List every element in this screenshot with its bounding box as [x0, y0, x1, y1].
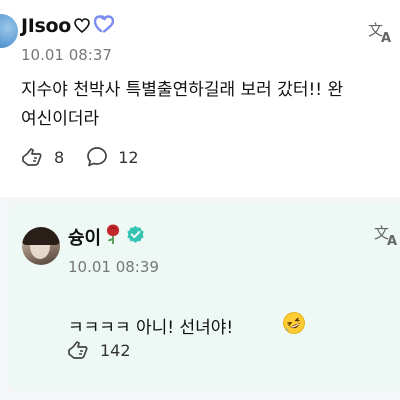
reply-author-name[interactable]: 슝이	[68, 224, 101, 250]
post-content-line-2: 여신이더라	[21, 109, 100, 129]
outline-heart-icon	[74, 16, 90, 38]
rolling-laughing-emoji-icon	[239, 291, 306, 360]
reply-author-avatar[interactable]	[22, 227, 60, 265]
like-hand-icon	[22, 148, 42, 166]
post-content-line-1: 지수야 천박사 특별출연하길래 보러 갔터!! 완	[21, 80, 344, 100]
post: JIsoo 10.01 08:37 文 A 지수야 천박사 특별출연하길래 보러…	[0, 0, 400, 190]
svg-text:A: A	[387, 234, 397, 247]
reply-like-count: 142	[100, 340, 131, 360]
reply-timestamp: 10.01 08:39	[68, 258, 159, 276]
post-comment-button[interactable]: 12	[86, 146, 139, 168]
post-author-avatar[interactable]	[0, 14, 18, 48]
like-hand-icon	[68, 341, 88, 359]
comment-bubble-icon	[87, 147, 108, 167]
reply-card: 슝이 10.01 08:39 文 A ㅋㅋㅋㅋ 아니! 선녀야! 142	[8, 203, 400, 391]
post-actions: 8 12	[20, 146, 161, 168]
reply-like-button[interactable]: 142	[66, 339, 131, 361]
translate-icon[interactable]: 文 A	[368, 20, 394, 46]
reply-actions: 142	[66, 339, 153, 361]
post-comment-count: 12	[118, 147, 139, 167]
post-author-row[interactable]: JIsoo	[21, 14, 115, 38]
svg-text:A: A	[381, 31, 391, 44]
post-timestamp: 10.01 08:37	[21, 46, 112, 64]
rose-icon	[104, 223, 122, 250]
reply-content-text: ㅋㅋㅋㅋ 아니! 선녀야!	[68, 318, 234, 338]
post-like-button[interactable]: 8	[20, 146, 64, 168]
post-like-count: 8	[54, 147, 65, 167]
double-heart-badge-icon	[93, 15, 115, 38]
reply-author-row[interactable]: 슝이	[68, 223, 145, 250]
post-content: 지수야 천박사 특별출연하길래 보러 갔터!! 완 여신이더라	[21, 76, 400, 134]
post-author-name[interactable]: JIsoo	[21, 15, 71, 37]
reply-section: 슝이 10.01 08:39 文 A ㅋㅋㅋㅋ 아니! 선녀야! 142	[0, 197, 400, 400]
verified-check-icon	[126, 225, 145, 249]
translate-icon[interactable]: 文 A	[374, 223, 400, 249]
